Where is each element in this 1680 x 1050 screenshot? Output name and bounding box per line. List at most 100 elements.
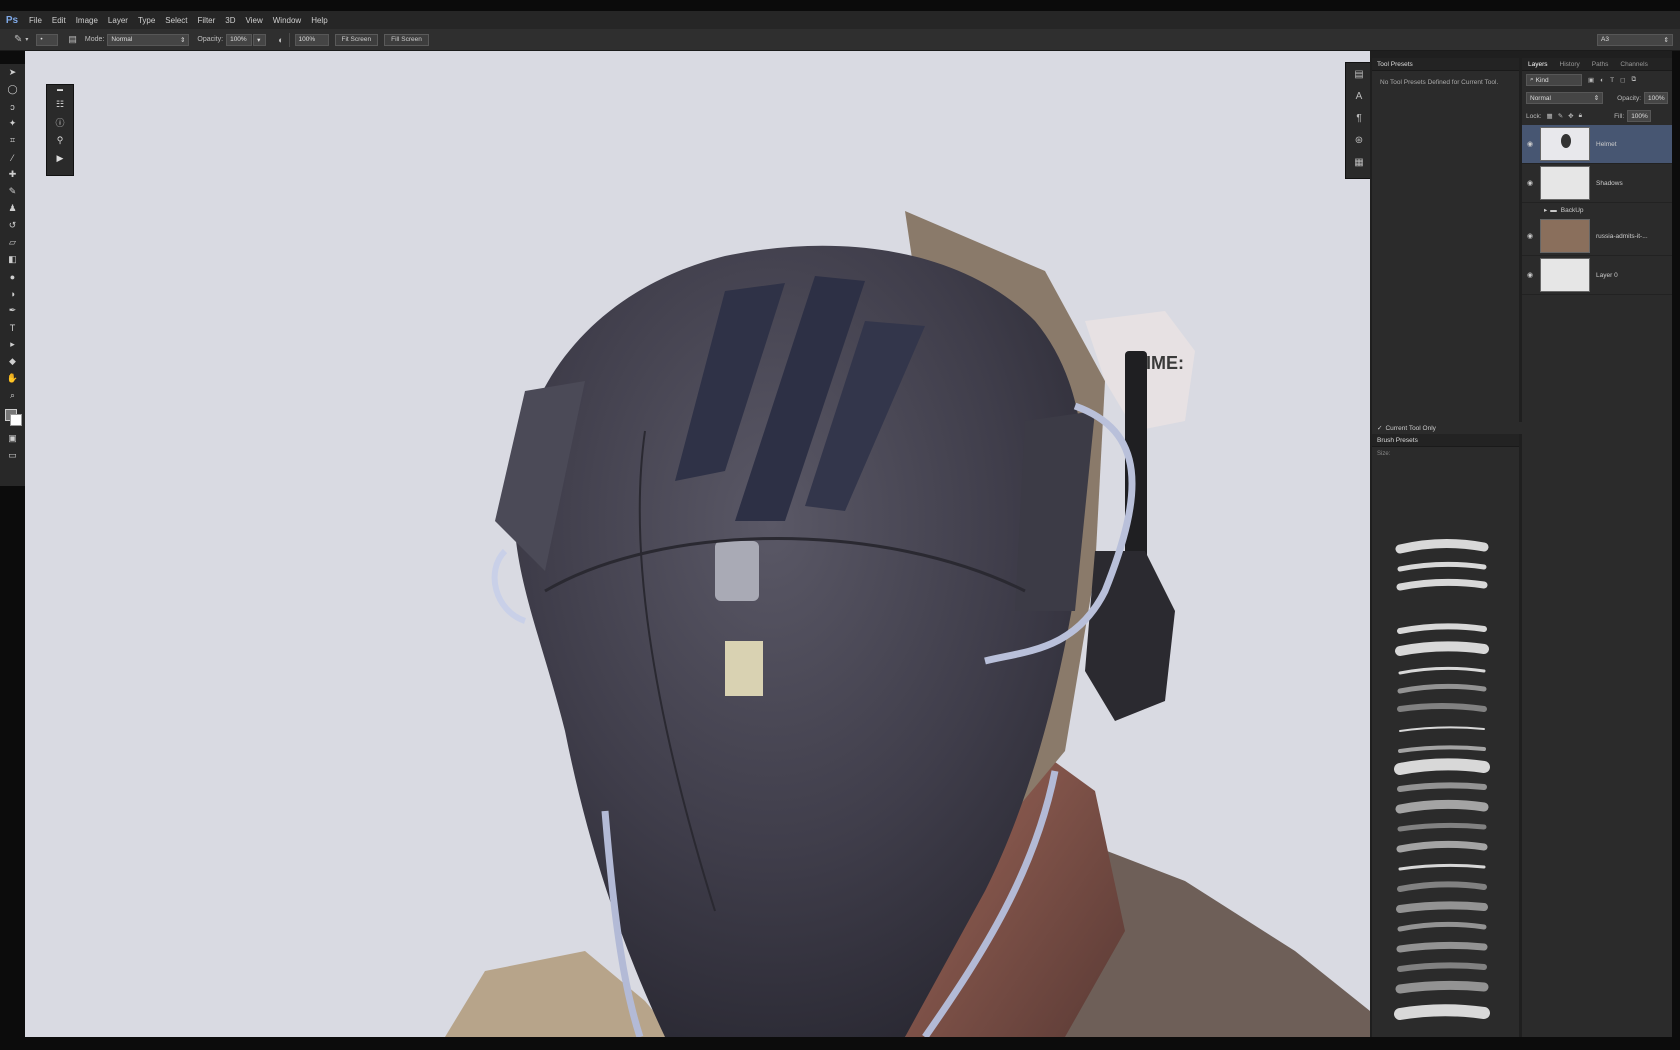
move-tool-icon[interactable]: ➤ bbox=[0, 64, 25, 81]
healing-brush-tool-icon[interactable]: ✚ bbox=[0, 166, 25, 183]
tab-layers[interactable]: Layers bbox=[1522, 61, 1554, 68]
menu-filter[interactable]: Filter bbox=[193, 16, 221, 25]
crop-tool-icon[interactable]: ⌗ bbox=[0, 132, 25, 149]
tool-presets-tab[interactable]: Tool Presets bbox=[1372, 58, 1519, 71]
layer-filter-kind-select[interactable]: ⌕ Kind bbox=[1526, 74, 1582, 86]
top-strip bbox=[0, 0, 1680, 11]
dodge-tool-icon[interactable]: ◑ bbox=[0, 285, 25, 302]
eraser-tool-icon[interactable]: ▱ bbox=[0, 234, 25, 251]
3d-panel-icon[interactable]: ⊛ bbox=[1346, 129, 1372, 151]
collapsed-panel-strip: ▤ A ¶ ⊛ ▦ bbox=[1345, 62, 1373, 179]
screen-mode-icon[interactable]: ▭ bbox=[0, 447, 25, 464]
visibility-eye-icon[interactable]: ◉ bbox=[1522, 179, 1538, 187]
lasso-tool-icon[interactable]: ↄ bbox=[0, 98, 25, 115]
tab-channels[interactable]: Channels bbox=[1614, 61, 1653, 68]
current-tool-only-checkbox[interactable]: ✓ Current Tool Only bbox=[1372, 422, 1524, 434]
brush-tool-icon[interactable]: ✎ bbox=[14, 34, 22, 45]
brush-size-label: Size: bbox=[1377, 451, 1391, 457]
opacity-dropdown[interactable]: ▾ bbox=[253, 33, 267, 46]
stamp-tool-icon[interactable]: ♟ bbox=[0, 200, 25, 217]
shape-tool-icon[interactable]: ◆ bbox=[0, 353, 25, 370]
brush-settings-icon[interactable]: ⚲ bbox=[47, 131, 73, 149]
menu-window[interactable]: Window bbox=[268, 16, 306, 25]
menu-image[interactable]: Image bbox=[71, 16, 103, 25]
pressure-opacity-icon[interactable]: ◐ bbox=[278, 35, 283, 45]
filter-smart-object-icon[interactable]: ⧉ bbox=[1631, 76, 1636, 84]
menu-type[interactable]: Type bbox=[133, 16, 160, 25]
filter-shape-icon[interactable]: ◻ bbox=[1620, 76, 1625, 84]
visibility-eye-icon[interactable]: ◉ bbox=[1522, 271, 1538, 279]
brush-stroke-list[interactable] bbox=[1372, 469, 1519, 1039]
lock-all-icon[interactable]: 🔒︎ bbox=[1579, 112, 1582, 120]
tab-history[interactable]: History bbox=[1554, 61, 1586, 68]
opacity-field[interactable]: 100% bbox=[226, 33, 253, 46]
swatches-panel-icon[interactable]: ▦ bbox=[1346, 151, 1372, 173]
menu-file[interactable]: File bbox=[24, 16, 47, 25]
layer-group-backup[interactable]: ▸ ▬ BackUp bbox=[1522, 203, 1672, 217]
history-brush-tool-icon[interactable]: ↺ bbox=[0, 217, 25, 234]
zoom-field[interactable]: 100% bbox=[294, 33, 329, 46]
type-tool-icon[interactable]: T bbox=[0, 319, 25, 336]
blur-tool-icon[interactable]: ● bbox=[0, 268, 25, 285]
gradient-tool-icon[interactable]: ◧ bbox=[0, 251, 25, 268]
menu-layer[interactable]: Layer bbox=[103, 16, 133, 25]
filter-pixel-icon[interactable]: ▣ bbox=[1588, 76, 1594, 84]
pen-tool-icon[interactable]: ✒ bbox=[0, 302, 25, 319]
marquee-tool-icon[interactable]: ◯ bbox=[0, 81, 25, 98]
zoom-tool-icon[interactable]: ⌕ bbox=[0, 387, 25, 404]
brush-tool-icon[interactable]: ✎ bbox=[0, 183, 25, 200]
visibility-eye-icon[interactable]: ◉ bbox=[1522, 140, 1538, 148]
eyedropper-tool-icon[interactable]: ⁄ bbox=[0, 149, 25, 166]
history-panel-icon[interactable]: ▤ bbox=[1346, 63, 1372, 85]
color-swatches-icon[interactable] bbox=[0, 404, 25, 430]
layer-row-photo[interactable]: ◉ russia-admits-it-... bbox=[1522, 217, 1672, 256]
menu-select[interactable]: Select bbox=[160, 16, 192, 25]
lock-transparent-icon[interactable]: ▦ bbox=[1547, 112, 1553, 120]
options-bar: ✎ ▾ • ▤ Mode: Normal ⇕ Opacity: 100% ▾ ◐ … bbox=[0, 29, 1680, 51]
mode-select[interactable]: Normal ⇕ bbox=[107, 33, 190, 46]
menu-3d[interactable]: 3D bbox=[220, 16, 240, 25]
lock-label: Lock: bbox=[1526, 112, 1542, 120]
fill-screen-button[interactable]: Fill Screen bbox=[384, 33, 429, 46]
fill-field[interactable]: 100% bbox=[1627, 110, 1652, 122]
visibility-eye-icon[interactable]: ◉ bbox=[1522, 232, 1538, 240]
paragraph-panel-icon[interactable]: ¶ bbox=[1346, 107, 1372, 129]
menu-edit[interactable]: Edit bbox=[47, 16, 71, 25]
panel-grip-icon[interactable]: ▬ bbox=[47, 85, 73, 95]
fit-screen-button[interactable]: Fit Screen bbox=[334, 33, 379, 46]
workspace-select[interactable]: A3 ⇕ bbox=[1597, 33, 1673, 46]
info-icon[interactable]: ⓘ bbox=[47, 113, 73, 131]
filter-type-icon[interactable]: T bbox=[1610, 77, 1614, 84]
lock-pixels-icon[interactable]: ✎ bbox=[1558, 112, 1563, 120]
character-panel-icon[interactable]: A bbox=[1346, 85, 1372, 107]
mode-label: Mode: bbox=[84, 36, 105, 43]
lock-position-icon[interactable]: ✥ bbox=[1568, 112, 1573, 120]
layer-row-shadows[interactable]: ◉ Shadows bbox=[1522, 164, 1672, 203]
brush-size-picker[interactable]: • bbox=[36, 33, 59, 46]
layer-thumbnail bbox=[1540, 219, 1590, 253]
layer-row-helmet[interactable]: ◉ Helmet bbox=[1522, 125, 1672, 164]
hand-tool-icon[interactable]: ✋ bbox=[0, 370, 25, 387]
properties-icon[interactable]: ☷ bbox=[47, 95, 73, 113]
search-icon: ⌕ bbox=[1530, 76, 1534, 83]
quick-mask-icon[interactable]: ▣ bbox=[0, 430, 25, 447]
tool-presets-message: No Tool Presets Defined for Current Tool… bbox=[1380, 79, 1499, 86]
filter-adjustment-icon[interactable]: ◐ bbox=[1600, 77, 1604, 84]
fill-label: Fill: bbox=[1614, 112, 1625, 120]
actions-play-icon[interactable]: ▶ bbox=[47, 149, 73, 167]
blend-mode-select[interactable]: Normal ⇕ bbox=[1526, 92, 1604, 104]
tab-paths[interactable]: Paths bbox=[1586, 61, 1615, 68]
menu-view[interactable]: View bbox=[241, 16, 268, 25]
layer-thumbnail bbox=[1540, 166, 1590, 200]
menu-help[interactable]: Help bbox=[306, 16, 332, 25]
brush-panel-icon[interactable]: ▤ bbox=[68, 34, 77, 45]
magic-wand-tool-icon[interactable]: ✦ bbox=[0, 115, 25, 132]
layer-row-layer-0[interactable]: ◉ Layer 0 bbox=[1522, 256, 1672, 295]
brush-presets-tab[interactable]: Brush Presets bbox=[1372, 434, 1519, 447]
chevron-down-icon[interactable]: ▾ bbox=[25, 36, 28, 43]
document-canvas[interactable]: TIME: bbox=[25, 51, 1370, 1037]
layers-panel: Layers History Paths Channels ⌕ Kind ▣ ◐ … bbox=[1522, 58, 1672, 1037]
chevron-right-icon[interactable]: ▸ bbox=[1544, 206, 1547, 214]
path-select-tool-icon[interactable]: ▸ bbox=[0, 336, 25, 353]
layer-opacity-field[interactable]: 100% bbox=[1644, 92, 1668, 104]
